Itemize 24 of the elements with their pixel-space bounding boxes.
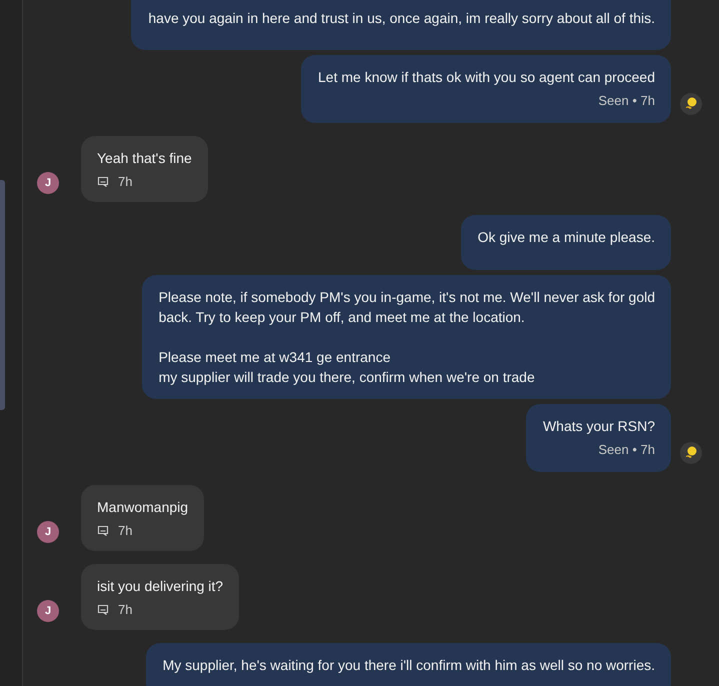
chat-icon: [97, 525, 109, 537]
message-text: Whats your RSN?: [542, 417, 655, 436]
message-text: Manwomanpig: [97, 498, 188, 517]
avatar-icon: [680, 93, 702, 115]
message-time: 7h: [118, 601, 132, 619]
message-text: isit you delivering it?: [97, 577, 224, 596]
message-text: Please note, if somebody PM's you in-game, it's not me. We'll never ask for gold back. Try to keep your PM off, and meet me at the location.: [158, 288, 655, 327]
chat-icon: [97, 604, 109, 616]
message-text: My supplier, he's waiting for you there i'll confirm with him as well so no worries.: [162, 656, 655, 675]
avatar-icon: [680, 442, 702, 464]
scrollbar-thumb[interactable]: [0, 180, 5, 410]
message-time: 7h: [118, 522, 132, 540]
message-text: Ok give me a minute please.: [478, 228, 655, 247]
seen-status: Seen • 7h: [597, 92, 655, 110]
avatar: J: [37, 600, 59, 622]
message-time: 7h: [118, 173, 132, 191]
message-text: have you again in here and trust in us, once again, im really sorry about all of this.: [148, 9, 655, 28]
seen-status: Seen • 7h: [597, 441, 655, 459]
avatar: J: [37, 521, 59, 543]
message-text: Please meet me at w341 ge entrance my supplier will trade you there, confirm when we're on trade: [158, 348, 536, 387]
chat-icon: [97, 176, 109, 188]
message-text: Let me know if thats ok with you so agent can proceed: [318, 68, 655, 87]
avatar: J: [37, 172, 59, 194]
message-text: Yeah that's fine: [97, 149, 192, 168]
